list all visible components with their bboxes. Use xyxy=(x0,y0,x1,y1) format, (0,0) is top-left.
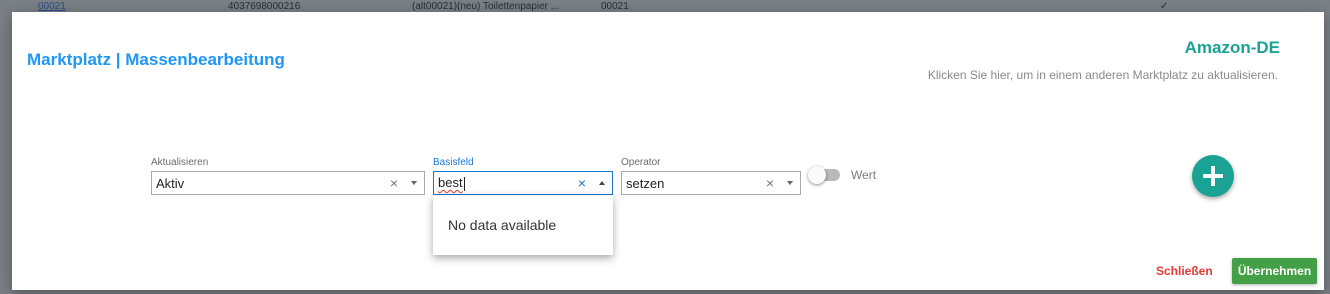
aktualisieren-label: Aktualisieren xyxy=(151,157,209,168)
text-caret xyxy=(463,176,465,191)
wert-toggle[interactable] xyxy=(808,166,842,184)
row-sku: 00021 xyxy=(601,1,629,12)
operator-field: Operator setzen × xyxy=(621,157,801,195)
bulk-edit-dialog: Marktplatz | Massenbearbeitung Amazon-DE… xyxy=(12,12,1324,290)
clear-icon[interactable]: × xyxy=(760,175,780,191)
dialog-title: Marktplatz | Massenbearbeitung xyxy=(27,50,285,69)
row-id-link[interactable]: 00021 xyxy=(38,1,66,12)
aktualisieren-value: Aktiv xyxy=(156,175,185,191)
wert-toggle-label: Wert xyxy=(851,168,877,182)
clear-icon[interactable]: × xyxy=(572,175,592,191)
add-rule-button[interactable] xyxy=(1192,155,1234,197)
row-name: (alt00021)(neu) Toilettenpapier ... xyxy=(412,1,560,12)
chevron-down-icon[interactable] xyxy=(780,172,800,194)
close-button[interactable]: Schließen xyxy=(1148,258,1221,284)
row-check-icon: ✓ xyxy=(1160,1,1169,12)
clear-icon[interactable]: × xyxy=(384,175,404,191)
apply-button[interactable]: Übernehmen xyxy=(1232,258,1317,284)
basisfeld-field: Basisfeld best × xyxy=(433,157,613,195)
marketplace-name[interactable]: Amazon-DE xyxy=(1185,38,1280,58)
toggle-knob xyxy=(808,166,826,184)
basisfeld-input[interactable]: best × xyxy=(433,171,613,195)
chevron-down-icon[interactable] xyxy=(404,172,424,194)
chevron-up-icon[interactable] xyxy=(592,172,612,194)
aktualisieren-field: Aktualisieren Aktiv × xyxy=(151,157,425,195)
basisfeld-label: Basisfeld xyxy=(433,157,474,168)
operator-value: setzen xyxy=(626,175,665,191)
marketplace-hint[interactable]: Klicken Sie hier, um in einem anderen Ma… xyxy=(928,68,1278,82)
aktualisieren-select[interactable]: Aktiv × xyxy=(151,171,425,195)
operator-label: Operator xyxy=(621,157,661,168)
basisfeld-dropdown-menu: No data available xyxy=(433,195,613,255)
operator-select[interactable]: setzen × xyxy=(621,171,801,195)
no-data-message: No data available xyxy=(448,217,557,233)
basisfeld-typed-text: best xyxy=(438,175,463,191)
row-ean: 4037698000216 xyxy=(228,1,301,12)
